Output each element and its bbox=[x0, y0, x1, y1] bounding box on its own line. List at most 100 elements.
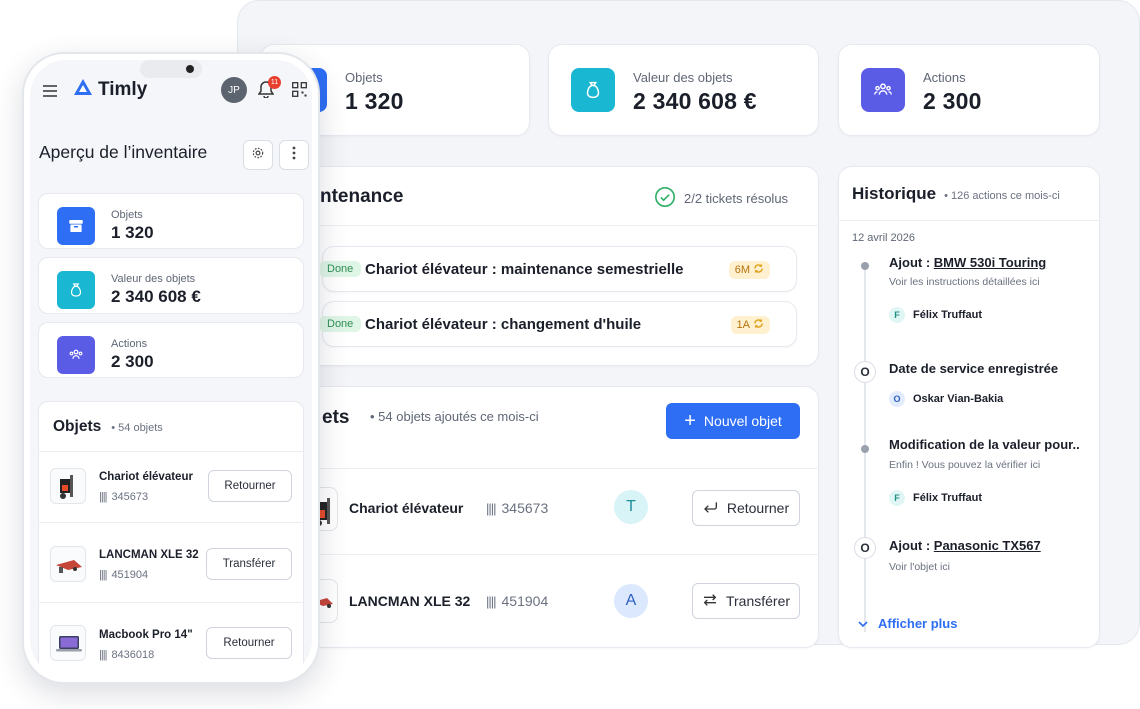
stat-label: Valeur des objets bbox=[633, 70, 733, 85]
menu-icon[interactable] bbox=[43, 84, 57, 102]
timeline-marker: O bbox=[854, 361, 876, 383]
item-thumbnail bbox=[50, 546, 86, 582]
item-code-value: 345673 bbox=[111, 491, 149, 503]
history-title: Historique bbox=[852, 184, 937, 203]
stat-label: Objets bbox=[111, 209, 143, 221]
more-button[interactable] bbox=[279, 140, 309, 170]
user-initial: O bbox=[893, 394, 901, 404]
item-code-value: 451904 bbox=[501, 593, 549, 609]
entry-subtitle[interactable]: Voir l'objet ici bbox=[889, 561, 950, 573]
return-button[interactable]: Retourner bbox=[692, 490, 800, 526]
avatar-initial: A bbox=[625, 592, 637, 609]
marker-letter: O bbox=[860, 365, 870, 379]
users-group-icon bbox=[861, 68, 905, 112]
entry-link[interactable]: Panasonic TX567 bbox=[934, 538, 1041, 553]
user-name: Félix Truffaut bbox=[913, 309, 983, 321]
ticket-row[interactable]: Done Chariot élévateur : maintenance sem… bbox=[319, 246, 797, 292]
entry-prefix: Ajout : bbox=[889, 255, 931, 270]
page-title: Aperçu de l’inventaire bbox=[39, 142, 208, 162]
history-entry-title: Modification de la valeur pour.. bbox=[889, 437, 1080, 452]
entry-user: O Oskar Vian-Bakia bbox=[889, 391, 1003, 407]
stat-label: Actions bbox=[923, 70, 966, 85]
avatar: T bbox=[614, 490, 648, 524]
user-avatar: O bbox=[889, 391, 905, 407]
item-code-value: 8436018 bbox=[111, 649, 155, 661]
history-entry-title: Date de service enregistrée bbox=[889, 361, 1059, 376]
timeline-dot bbox=[861, 262, 869, 270]
barcode-icon: |||| bbox=[486, 593, 496, 609]
item-name: Chariot élévateur bbox=[99, 471, 193, 483]
item-thumbnail bbox=[50, 468, 86, 504]
user-avatar: F bbox=[889, 307, 905, 323]
dots-vertical-icon bbox=[292, 146, 296, 165]
stat-card-objets[interactable]: Objets 1 320 bbox=[38, 193, 304, 249]
transfer-arrows-icon bbox=[702, 593, 718, 610]
transfer-button[interactable]: Transférer bbox=[206, 548, 292, 580]
item-thumbnail bbox=[50, 625, 86, 661]
transfer-button[interactable]: Transférer bbox=[692, 583, 800, 619]
recurrence-label: 6M bbox=[734, 264, 750, 276]
show-more-link[interactable]: Afficher plus bbox=[858, 616, 957, 631]
table-row[interactable]: Chariot élévateur |||| 345673 T Retourne… bbox=[290, 469, 819, 554]
chevron-down-icon bbox=[858, 616, 868, 631]
return-button[interactable]: Retourner bbox=[206, 627, 292, 659]
item-code: |||| 345673 bbox=[99, 491, 148, 503]
phone-screen: Timly JP 11 Aperçu de l’inventaire Objet… bbox=[30, 60, 312, 676]
list-item[interactable]: LANCMAN XLE 32 |||| 451904 Transférer bbox=[38, 523, 304, 602]
item-code: |||| 451904 bbox=[99, 569, 148, 581]
settings-button[interactable] bbox=[243, 140, 273, 170]
entry-link[interactable]: BMW 530i Touring bbox=[934, 255, 1046, 270]
entry-subtitle[interactable]: Enfin ! Vous pouvez la vérifier ici bbox=[889, 459, 1040, 471]
entry-prefix: Ajout : bbox=[889, 538, 931, 553]
qr-code-icon[interactable] bbox=[292, 82, 307, 102]
avatar[interactable]: JP bbox=[221, 77, 247, 103]
return-label: Retourner bbox=[726, 500, 790, 516]
list-item[interactable]: Chariot élévateur |||| 345673 Retourner bbox=[38, 452, 304, 522]
gear-icon bbox=[251, 146, 265, 165]
table-row[interactable]: LANCMAN XLE 32 |||| 451904 A Transférer bbox=[290, 555, 819, 645]
ticket-title: Chariot élévateur : maintenance semestri… bbox=[365, 261, 684, 278]
user-avatar: F bbox=[889, 490, 905, 506]
stat-value: 1 320 bbox=[345, 88, 404, 114]
return-label: Retourner bbox=[223, 637, 275, 649]
stat-card-actions[interactable]: Actions 2 300 bbox=[38, 322, 304, 378]
return-icon bbox=[703, 500, 719, 517]
ticket-row[interactable]: Done Chariot élévateur : changement d'hu… bbox=[319, 301, 797, 347]
new-object-button[interactable]: + Nouvel objet bbox=[666, 403, 800, 439]
stat-card-valeur[interactable]: Valeur des objets 2 340 608 € bbox=[548, 44, 819, 136]
repeat-icon bbox=[753, 263, 764, 277]
objects-count: • 54 objets bbox=[111, 422, 163, 434]
avatar: A bbox=[614, 584, 648, 618]
money-bag-icon bbox=[571, 68, 615, 112]
stat-card-actions[interactable]: Actions 2 300 bbox=[838, 44, 1100, 136]
history-count-text: 126 actions ce mois-ci bbox=[950, 190, 1060, 202]
user-name: Félix Truffaut bbox=[913, 492, 983, 504]
user-name: Oskar Vian-Bakia bbox=[913, 393, 1004, 405]
notification-count: 11 bbox=[270, 79, 279, 86]
stat-label: Objets bbox=[345, 70, 383, 85]
item-name: Macbook Pro 14" bbox=[99, 629, 193, 641]
user-initial: F bbox=[894, 310, 900, 320]
notification-badge: 11 bbox=[268, 76, 281, 89]
return-button[interactable]: Retourner bbox=[208, 470, 292, 502]
ticket-title: Chariot élévateur : changement d'huile bbox=[365, 316, 642, 333]
barcode-icon: |||| bbox=[99, 569, 108, 581]
stat-value: 1 320 bbox=[111, 223, 154, 242]
item-code: |||| 345673 bbox=[486, 500, 548, 516]
objects-list-title: Objets bbox=[53, 418, 102, 435]
archive-box-icon bbox=[57, 207, 95, 245]
barcode-icon: |||| bbox=[99, 491, 108, 503]
item-name: LANCMAN XLE 32 bbox=[349, 593, 471, 609]
avatar-initial: T bbox=[626, 498, 636, 515]
entry-subtitle[interactable]: Voir les instructions détaillées ici bbox=[889, 276, 1040, 288]
list-item[interactable]: Macbook Pro 14" |||| 8436018 Retourner bbox=[38, 603, 304, 676]
stat-card-valeur[interactable]: Valeur des objets 2 340 608 € bbox=[38, 257, 304, 314]
history-entry-title: Ajout : BMW 530i Touring bbox=[889, 255, 1046, 270]
stat-value: 2 300 bbox=[923, 88, 982, 114]
brand-logo: Timly bbox=[73, 78, 147, 101]
objects-title: ets bbox=[322, 407, 350, 428]
repeat-icon bbox=[753, 318, 764, 332]
stat-value: 2 340 608 € bbox=[111, 287, 201, 306]
objects-added: • 54 objets ajoutés ce mois-ci bbox=[370, 409, 539, 424]
stat-value: 2 300 bbox=[111, 352, 154, 371]
